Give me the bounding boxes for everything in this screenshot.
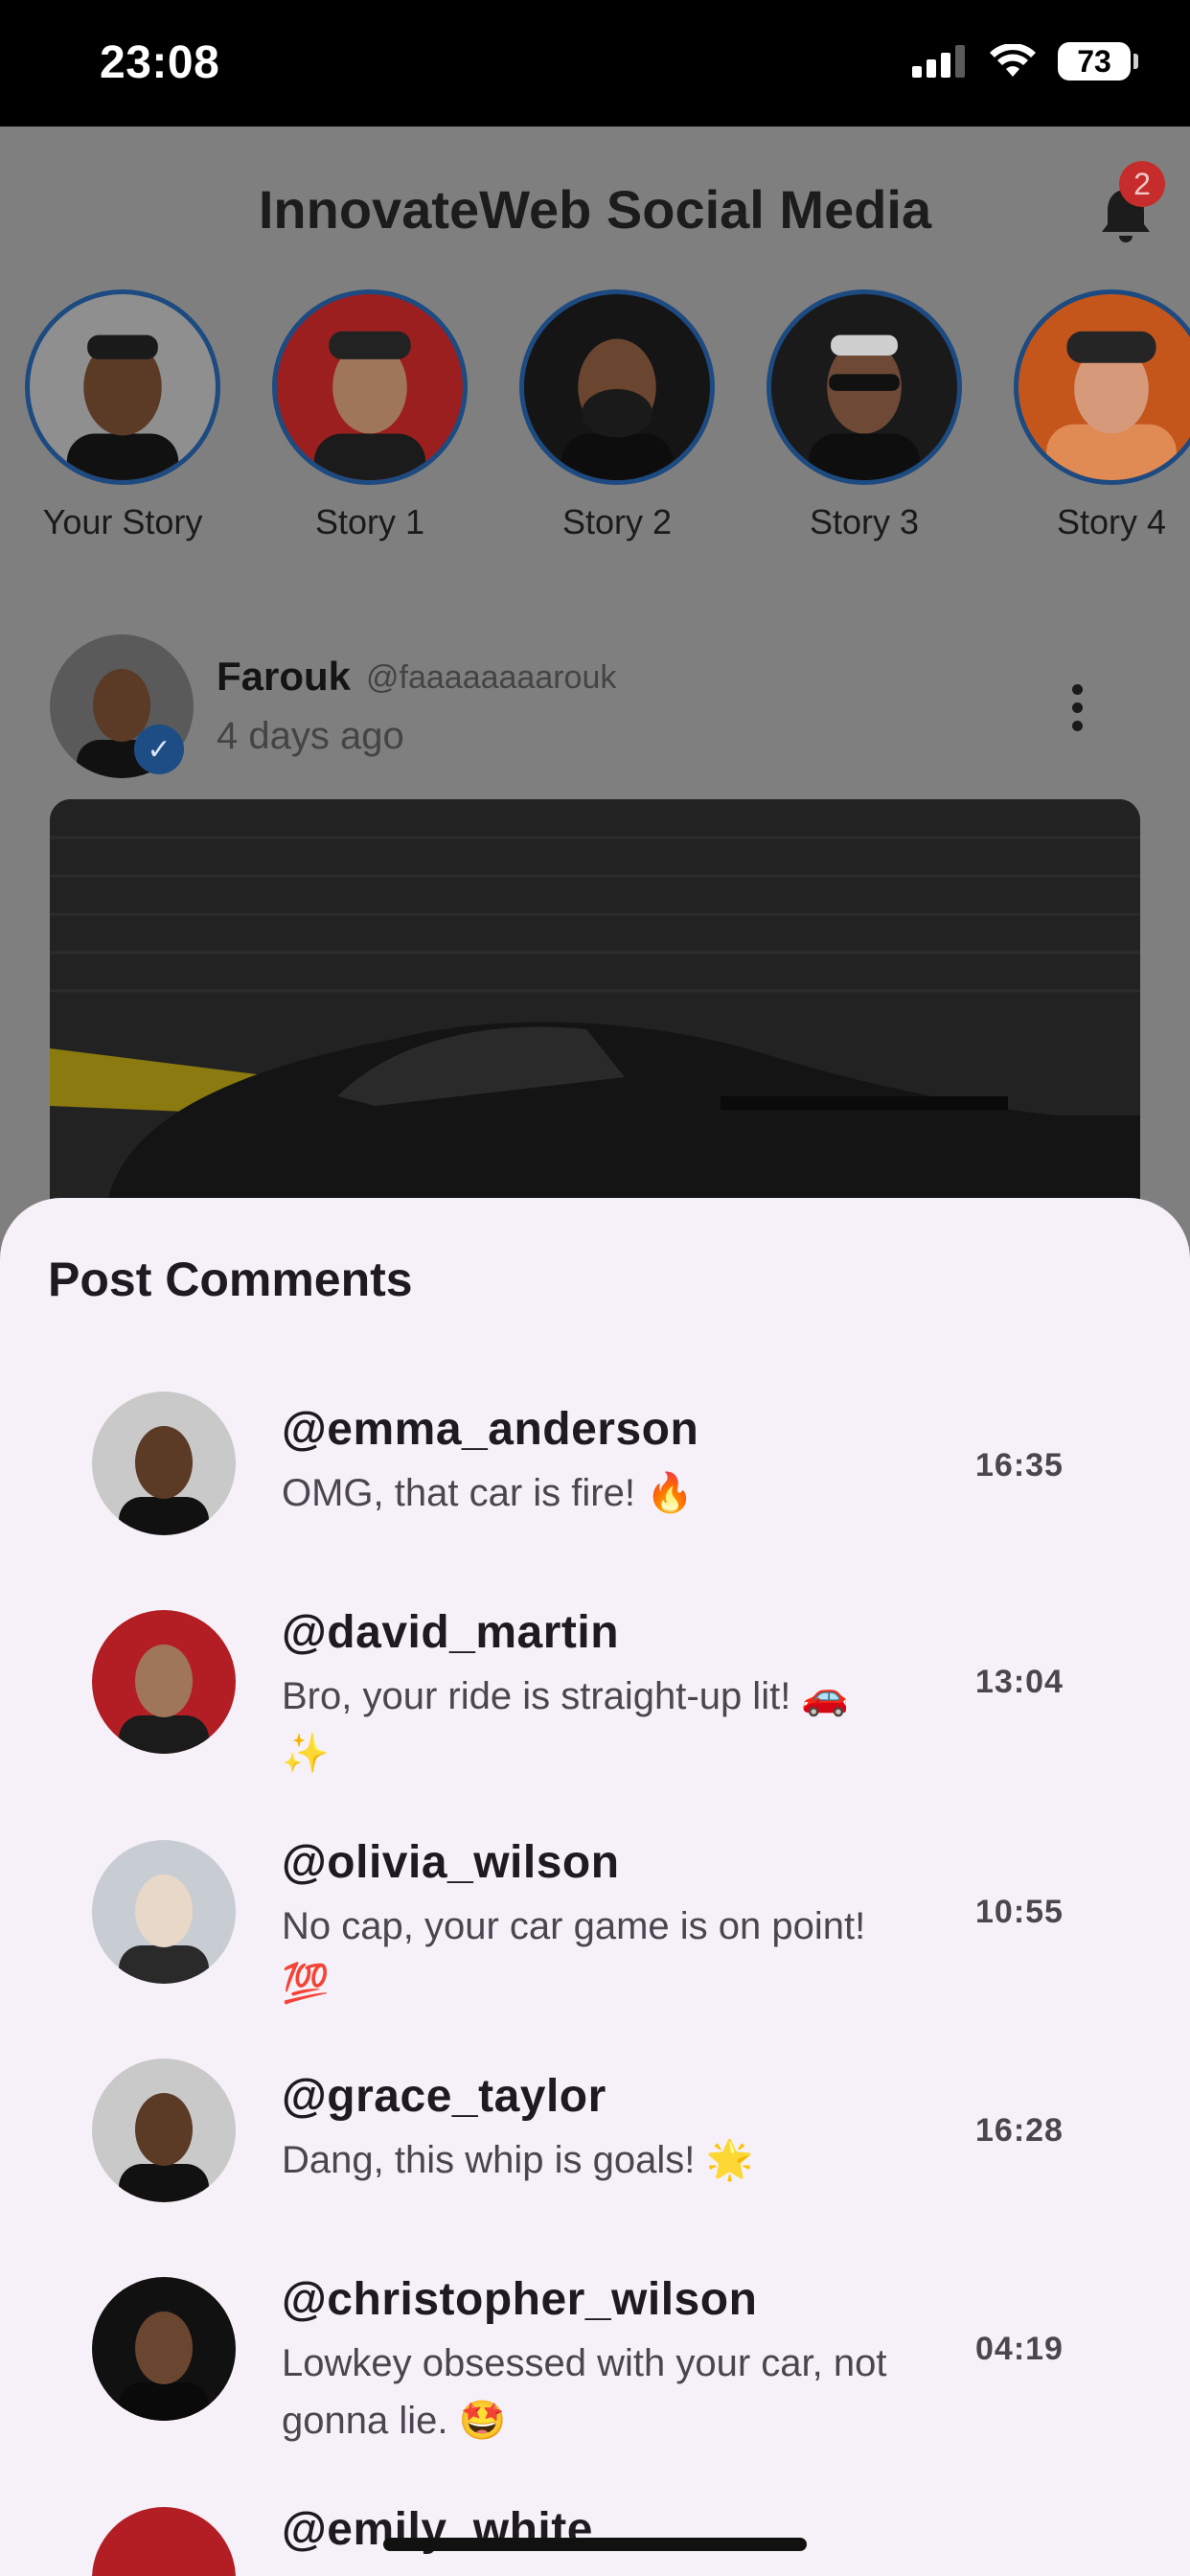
comment-time: 16:35 [975, 1447, 1064, 1484]
home-indicator[interactable] [383, 2538, 807, 2551]
avatar-image [1046, 331, 1177, 480]
avatar[interactable] [92, 2058, 236, 2202]
app-title: InnovateWeb Social Media [258, 179, 932, 240]
story-label: Story 3 [809, 502, 920, 541]
story-label: Story 2 [561, 502, 673, 541]
avatar-image [808, 334, 921, 480]
avatar-image [313, 331, 426, 480]
post-header: Farouk @faaaaaaaarouk 4 days ago [50, 634, 1152, 778]
comment-username[interactable]: @grace_taylor [282, 2070, 606, 2123]
avatar-image [66, 334, 179, 480]
avatar-image [119, 2312, 209, 2421]
more-options-icon[interactable] [1065, 684, 1088, 731]
wifi-icon [990, 44, 1036, 77]
story-3[interactable]: Story 3 [759, 289, 970, 542]
status-bar: 23:08 73 [0, 0, 1190, 126]
avatar [519, 289, 715, 485]
story-your-story[interactable]: Your Story [17, 289, 228, 542]
avatar-image [561, 338, 674, 480]
comment-text: Lowkey obsessed with your car, not gonna… [282, 2342, 887, 2442]
avatar[interactable] [92, 1840, 236, 1984]
post-author-handle: @faaaaaaaarouk [366, 659, 617, 696]
avatar-image [119, 1644, 209, 1754]
comment-time: 04:19 [975, 2331, 1064, 2367]
story-label: Story 1 [314, 502, 425, 541]
status-time: 23:08 [100, 37, 220, 88]
comment-text: No cap, your car game is on point! 💯 [282, 1905, 866, 2005]
comment-username[interactable]: @olivia_wilson [282, 1836, 620, 1889]
story-1[interactable]: Story 1 [264, 289, 475, 542]
battery-indicator: 73 [1058, 42, 1138, 80]
comment-text: Bro, your ride is straight-up lit! 🚗✨ [282, 1675, 850, 1775]
avatar-image [119, 1874, 209, 1984]
avatar [1014, 289, 1190, 485]
comment-username[interactable]: @david_martin [282, 1606, 619, 1659]
comments-sheet[interactable]: Post Comments @emma_anderson OMG, that c… [0, 1198, 1190, 2576]
comment-username[interactable]: @christopher_wilson [282, 2273, 757, 2326]
sheet-title: Post Comments [48, 1253, 413, 1306]
story-4[interactable]: Story 4 [1006, 289, 1190, 542]
post-timestamp: 4 days ago [217, 715, 404, 757]
comment-time: 10:55 [975, 1894, 1064, 1930]
avatar [767, 289, 962, 485]
status-icons: 73 [912, 42, 1138, 80]
verified-badge-icon: ✓ [134, 724, 184, 774]
comment-text: OMG, that car is fire! 🔥 [282, 1472, 694, 1514]
avatar [272, 289, 468, 485]
car-photo [50, 799, 1140, 1202]
post-image[interactable] [50, 799, 1140, 1202]
story-label: Story 4 [1056, 502, 1167, 541]
avatar [25, 289, 220, 485]
comment-username[interactable]: @emma_anderson [282, 1403, 698, 1456]
story-2[interactable]: Story 2 [512, 289, 722, 542]
avatar-image [119, 2093, 209, 2202]
comment-text: Dang, this whip is goals! 🌟 [282, 2139, 754, 2181]
comment-time: 16:28 [975, 2112, 1064, 2149]
avatar[interactable] [92, 1610, 236, 1754]
avatar-image [119, 1426, 209, 1535]
stories-row: Your Story Story 1 Story 2 Story 3 Story… [0, 289, 1190, 541]
post-author-name[interactable]: Farouk [217, 654, 351, 700]
avatar[interactable] [92, 1392, 236, 1535]
avatar[interactable] [92, 2277, 236, 2421]
comment-time: 13:04 [975, 1664, 1064, 1700]
signal-icon [912, 45, 965, 78]
avatar[interactable] [92, 2507, 236, 2576]
notification-badge: 2 [1119, 161, 1165, 207]
story-label: Your Story [42, 502, 203, 541]
